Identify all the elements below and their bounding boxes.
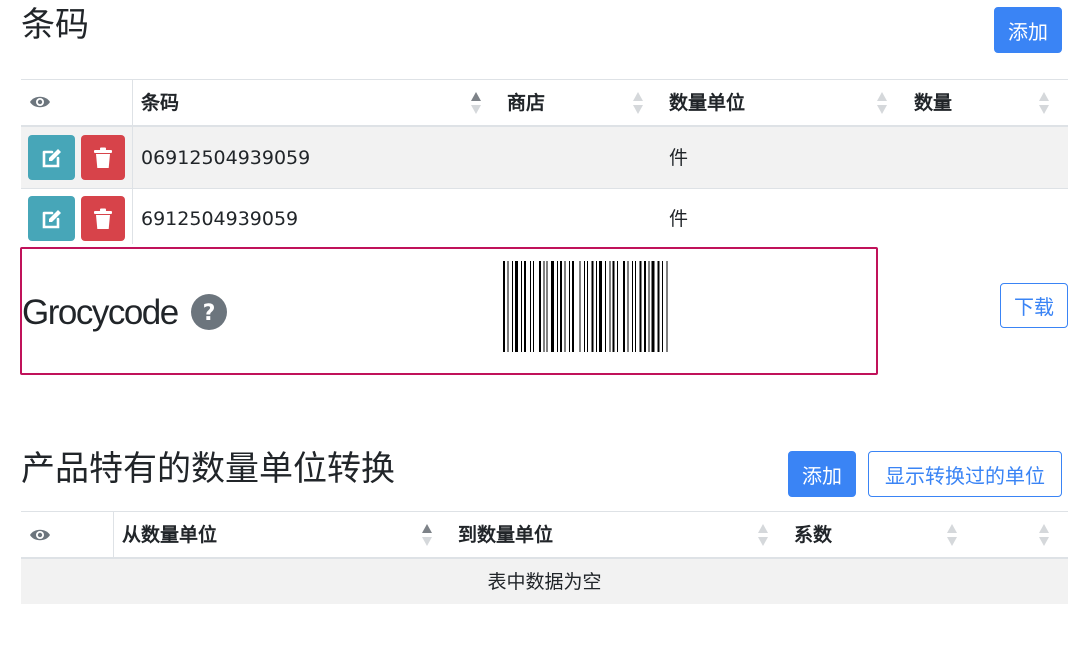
- sort-icon[interactable]: [1039, 91, 1049, 115]
- edit-button[interactable]: [28, 135, 75, 180]
- barcode-cell: 6912504939059: [141, 208, 299, 230]
- sort-icon[interactable]: [1039, 523, 1049, 547]
- sort-icon[interactable]: [947, 523, 957, 547]
- sort-icon[interactable]: [758, 523, 768, 547]
- add-conversion-button[interactable]: 添加: [788, 451, 856, 497]
- empty-table-message: 表中数据为空: [487, 571, 602, 593]
- barcode-cell: 06912504939059: [141, 147, 311, 169]
- trash-icon: [94, 208, 112, 229]
- column-header-amount[interactable]: 数量: [914, 91, 952, 115]
- grocycode-title: Grocycode: [22, 293, 179, 332]
- svg-text:?: ?: [203, 301, 216, 326]
- sort-icon[interactable]: [633, 91, 643, 115]
- column-header-barcode[interactable]: 条码: [141, 91, 179, 115]
- sort-asc-icon[interactable]: [422, 523, 432, 547]
- eye-icon[interactable]: [29, 526, 51, 544]
- trash-icon: [94, 147, 112, 168]
- download-button[interactable]: 下载: [1000, 283, 1068, 328]
- conversions-title: 产品特有的数量单位转换: [21, 449, 395, 489]
- column-header-to-unit[interactable]: 到数量单位: [458, 523, 553, 547]
- edit-icon: [42, 148, 61, 167]
- column-divider: [113, 512, 114, 557]
- edit-icon: [42, 209, 61, 228]
- show-converted-units-button[interactable]: 显示转换过的单位: [868, 451, 1062, 497]
- column-header-from-unit[interactable]: 从数量单位: [122, 523, 217, 547]
- barcode-image: [503, 261, 668, 352]
- add-barcode-button[interactable]: 添加: [994, 7, 1062, 53]
- eye-icon[interactable]: [29, 93, 51, 111]
- column-header-factor[interactable]: 系数: [794, 523, 832, 547]
- barcodes-title: 条码: [21, 5, 89, 45]
- column-header-unit[interactable]: 数量单位: [669, 91, 745, 115]
- sort-asc-icon[interactable]: [471, 91, 481, 115]
- table-top-border: [21, 511, 1068, 512]
- edit-button[interactable]: [28, 196, 75, 241]
- delete-button[interactable]: [81, 196, 125, 241]
- question-circle-icon[interactable]: ?: [191, 294, 227, 330]
- table-top-border: [21, 79, 1068, 80]
- unit-cell: 件: [669, 147, 689, 169]
- sort-icon[interactable]: [877, 91, 887, 115]
- unit-cell: 件: [669, 208, 689, 230]
- column-header-store[interactable]: 商店: [507, 91, 545, 115]
- delete-button[interactable]: [81, 135, 125, 180]
